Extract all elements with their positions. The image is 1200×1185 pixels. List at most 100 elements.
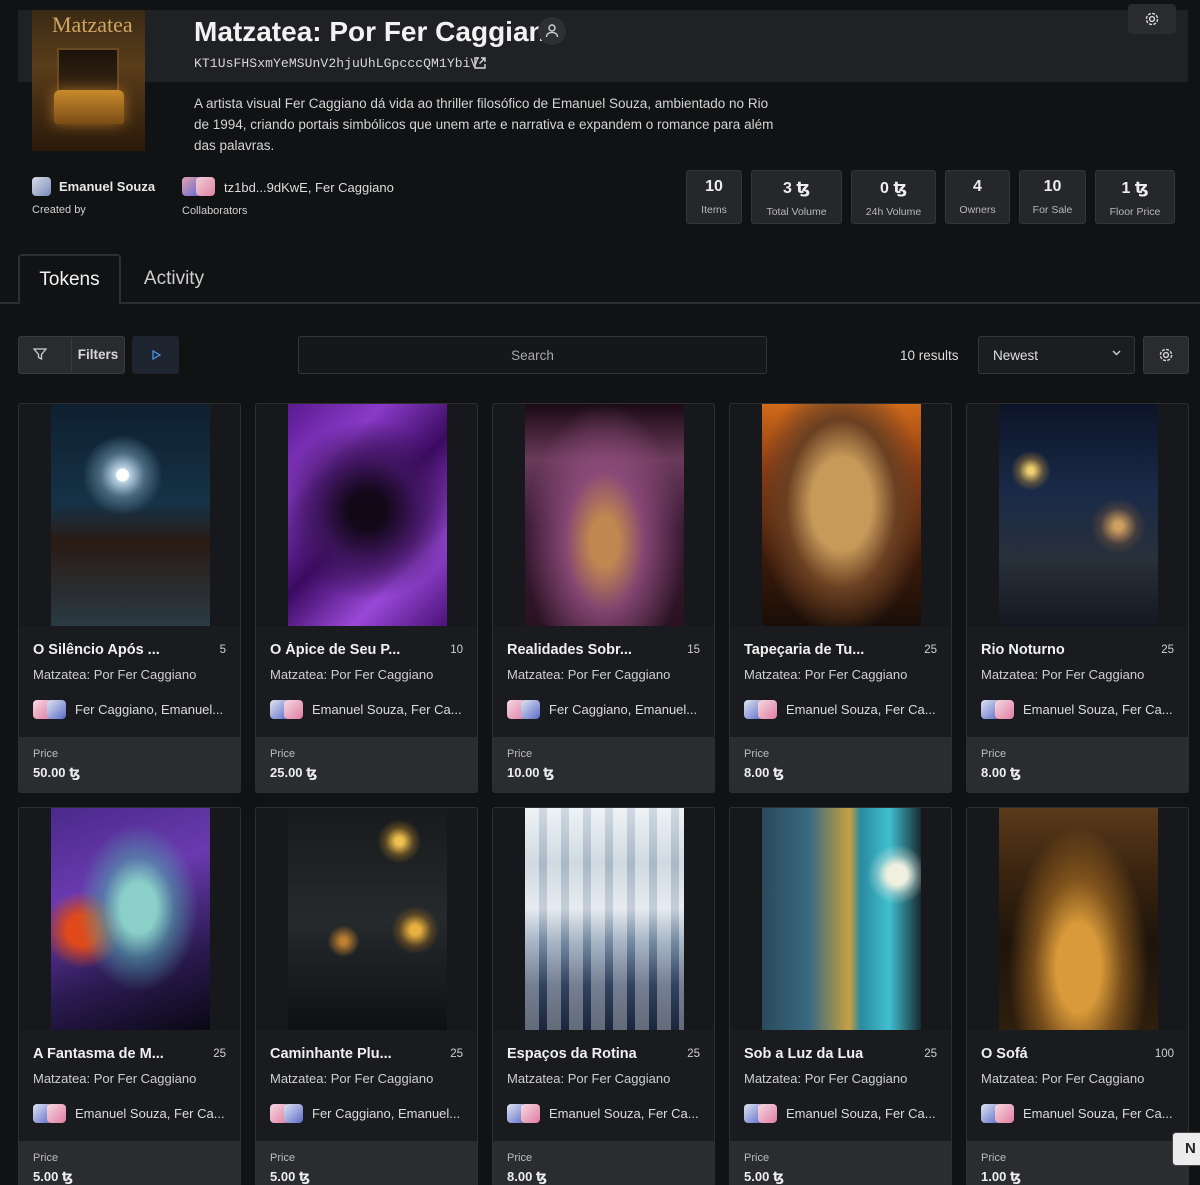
- token-title[interactable]: Rio Noturno: [981, 642, 1129, 658]
- token-creators[interactable]: Emanuel Souza, Fer Ca...: [1023, 702, 1178, 717]
- token-collection[interactable]: Matzatea: Por Fer Caggiano: [744, 667, 907, 682]
- token-creators[interactable]: Fer Caggiano, Emanuel...: [75, 702, 230, 717]
- contract-address[interactable]: KT1UsFHSxmYeMSUnV2hjuUhLGpcccQM1YbiV: [194, 56, 478, 71]
- token-collection[interactable]: Matzatea: Por Fer Caggiano: [744, 1071, 907, 1086]
- token-edition: 25: [924, 1048, 937, 1060]
- token-creators[interactable]: Emanuel Souza, Fer Ca...: [312, 702, 467, 717]
- collection-description: A artista visual Fer Caggiano dá vida ao…: [194, 96, 774, 153]
- price-label: Price: [270, 748, 296, 760]
- token-image-frame[interactable]: [493, 404, 714, 626]
- token-card[interactable]: O Ápice de Seu P... 10 Matzatea: Por Fer…: [255, 403, 478, 793]
- creator-avatar: [32, 177, 51, 196]
- filters-button[interactable]: Filters: [18, 336, 125, 374]
- token-collection[interactable]: Matzatea: Por Fer Caggiano: [507, 1071, 670, 1086]
- token-title[interactable]: Espaços da Rotina: [507, 1046, 655, 1062]
- token-title[interactable]: O Silêncio Após ...: [33, 642, 181, 658]
- price-value: 8.00 ꜩ: [744, 765, 785, 780]
- stat-for-sale: 10 For Sale: [1019, 170, 1086, 224]
- token-card[interactable]: A Fantasma de M... 25 Matzatea: Por Fer …: [18, 807, 241, 1185]
- token-card[interactable]: Caminhante Plu... 25 Matzatea: Por Fer C…: [255, 807, 478, 1185]
- token-creators[interactable]: Emanuel Souza, Fer Ca...: [786, 1106, 941, 1121]
- token-image-frame[interactable]: [967, 404, 1188, 626]
- collaborators-label: Collaborators: [182, 205, 248, 217]
- token-collection[interactable]: Matzatea: Por Fer Caggiano: [270, 1071, 433, 1086]
- token-title[interactable]: Sob a Luz da Lua: [744, 1046, 892, 1062]
- token-title[interactable]: O Ápice de Seu P...: [270, 642, 418, 658]
- token-image-frame[interactable]: [730, 808, 951, 1030]
- token-edition: 10: [450, 644, 463, 656]
- creator-avatar: [284, 1104, 303, 1123]
- collection-settings-button[interactable]: [1128, 4, 1176, 34]
- token-collection[interactable]: Matzatea: Por Fer Caggiano: [981, 1071, 1144, 1086]
- token-card[interactable]: Tapeçaria de Tu... 25 Matzatea: Por Fer …: [729, 403, 952, 793]
- token-image-frame[interactable]: [19, 808, 240, 1030]
- token-creators[interactable]: Fer Caggiano, Emanuel...: [549, 702, 704, 717]
- token-title[interactable]: Realidades Sobr...: [507, 642, 655, 658]
- price-value: 8.00 ꜩ: [981, 765, 1022, 780]
- token-title[interactable]: Caminhante Plu...: [270, 1046, 418, 1062]
- stat-label: Items: [701, 204, 727, 216]
- token-artwork: [51, 404, 210, 626]
- token-image-frame[interactable]: [730, 404, 951, 626]
- token-card[interactable]: Rio Noturno 25 Matzatea: Por Fer Caggian…: [966, 403, 1189, 793]
- user-icon[interactable]: [538, 17, 566, 45]
- token-creators[interactable]: Emanuel Souza, Fer Ca...: [549, 1106, 704, 1121]
- token-collection[interactable]: Matzatea: Por Fer Caggiano: [981, 667, 1144, 682]
- token-title[interactable]: Tapeçaria de Tu...: [744, 642, 892, 658]
- search-input[interactable]: [298, 336, 767, 374]
- token-image-frame[interactable]: [256, 808, 477, 1030]
- token-title[interactable]: A Fantasma de M...: [33, 1046, 181, 1062]
- price-box: Price 10.00 ꜩ: [493, 737, 714, 792]
- price-box: Price 5.00 ꜩ: [256, 1141, 477, 1185]
- creator-name[interactable]: Emanuel Souza: [59, 179, 155, 194]
- token-card[interactable]: O Sofá 100 Matzatea: Por Fer Caggiano Em…: [966, 807, 1189, 1185]
- token-collection[interactable]: Matzatea: Por Fer Caggiano: [270, 667, 433, 682]
- token-card[interactable]: Espaços da Rotina 25 Matzatea: Por Fer C…: [492, 807, 715, 1185]
- token-collection[interactable]: Matzatea: Por Fer Caggiano: [33, 1071, 196, 1086]
- price-value: 8.00 ꜩ: [507, 1169, 548, 1184]
- stat-value: 4: [973, 178, 982, 195]
- filters-label: Filters: [77, 347, 119, 362]
- token-creators[interactable]: Fer Caggiano, Emanuel...: [312, 1106, 467, 1121]
- creator-avatar: [758, 700, 777, 719]
- token-image-frame[interactable]: [19, 404, 240, 626]
- top-strip: [0, 0, 1200, 10]
- sort-value: Newest: [993, 348, 1039, 363]
- tab-tokens[interactable]: Tokens: [18, 254, 121, 304]
- creator-avatar: [47, 1104, 66, 1123]
- token-card[interactable]: Realidades Sobr... 15 Matzatea: Por Fer …: [492, 403, 715, 793]
- cover-sofa-shape: [54, 90, 124, 124]
- stat-value: 10: [705, 178, 723, 195]
- token-image-frame[interactable]: [493, 808, 714, 1030]
- stat-floor-price: 1 ꜩ Floor Price: [1095, 170, 1175, 224]
- view-settings-button[interactable]: [1143, 336, 1189, 374]
- collaborators-names[interactable]: tz1bd...9dKwE, Fer Caggiano: [224, 180, 394, 195]
- creator-avatar: [521, 1104, 540, 1123]
- token-collection[interactable]: Matzatea: Por Fer Caggiano: [33, 667, 196, 682]
- price-value: 25.00 ꜩ: [270, 765, 318, 780]
- tab-activity[interactable]: Activity: [125, 254, 223, 304]
- token-artwork: [762, 808, 921, 1030]
- token-card[interactable]: O Silêncio Após ... 5 Matzatea: Por Fer …: [18, 403, 241, 793]
- price-label: Price: [507, 748, 533, 760]
- token-creators[interactable]: Emanuel Souza, Fer Ca...: [1023, 1106, 1178, 1121]
- token-card[interactable]: Sob a Luz da Lua 25 Matzatea: Por Fer Ca…: [729, 807, 952, 1185]
- token-image-frame[interactable]: [256, 404, 477, 626]
- price-value: 5.00 ꜩ: [744, 1169, 785, 1184]
- token-collection[interactable]: Matzatea: Por Fer Caggiano: [507, 667, 670, 682]
- token-creators[interactable]: Emanuel Souza, Fer Ca...: [75, 1106, 230, 1121]
- token-edition: 25: [1161, 644, 1174, 656]
- external-link-icon[interactable]: [473, 56, 487, 73]
- play-button[interactable]: [132, 336, 179, 374]
- token-edition: 100: [1154, 1048, 1174, 1060]
- collaborator-avatar: [196, 177, 215, 196]
- cover-window-shape: [57, 48, 119, 96]
- chevron-down-icon: [1111, 347, 1122, 361]
- floating-corner-button[interactable]: N: [1172, 1132, 1200, 1166]
- price-value: 10.00 ꜩ: [507, 765, 555, 780]
- sort-select[interactable]: Newest: [978, 336, 1135, 374]
- token-image-frame[interactable]: [967, 808, 1188, 1030]
- token-creators[interactable]: Emanuel Souza, Fer Ca...: [786, 702, 941, 717]
- token-title[interactable]: O Sofá: [981, 1046, 1129, 1062]
- token-artwork: [762, 404, 921, 626]
